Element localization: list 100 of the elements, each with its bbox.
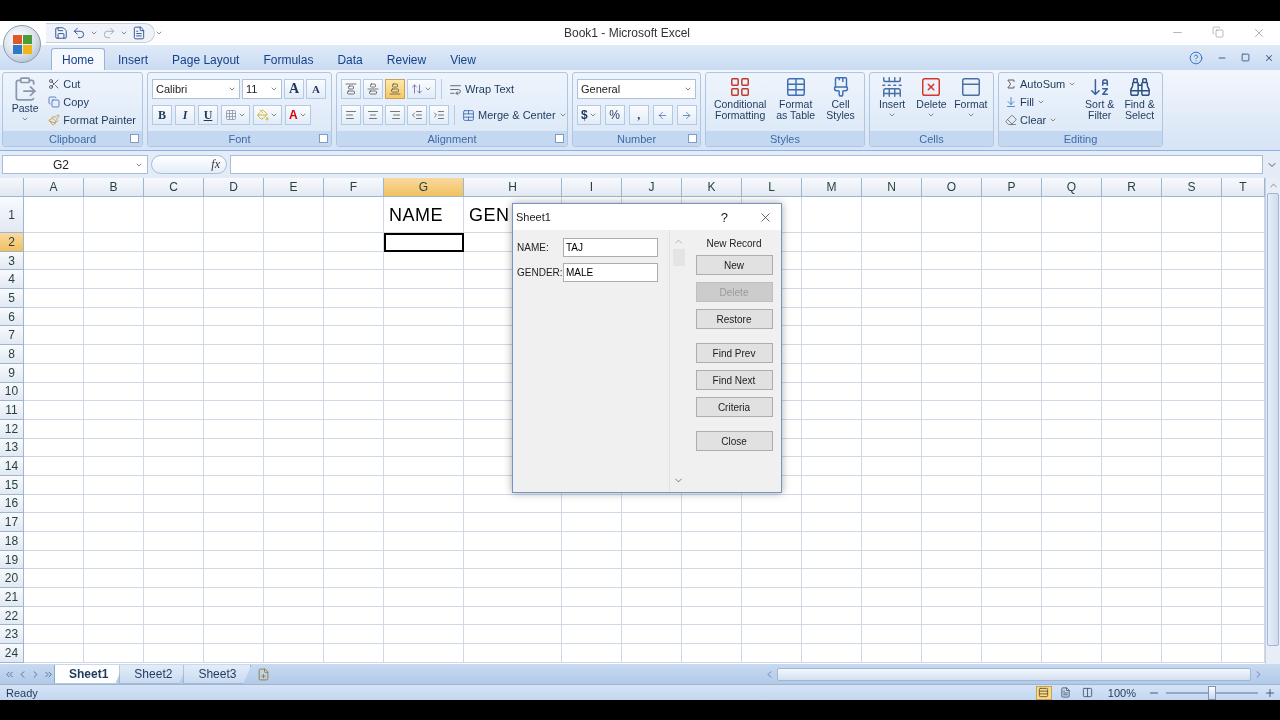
increase-indent-button[interactable]: [429, 105, 449, 125]
caret-icon[interactable]: [927, 111, 936, 119]
column-header[interactable]: F: [324, 178, 384, 197]
font-color-button[interactable]: A: [285, 105, 311, 125]
scrollbar-thumb[interactable]: [777, 667, 1251, 681]
row-header[interactable]: 18: [0, 532, 24, 551]
caret-icon[interactable]: [155, 29, 163, 37]
ribbon-tab[interactable]: Page Layout: [161, 48, 251, 70]
help-button[interactable]: ?: [720, 209, 728, 225]
close-icon[interactable]: [1264, 52, 1274, 63]
caret-icon[interactable]: [424, 85, 432, 93]
sort-filter-button[interactable]: Sort & Filter: [1081, 75, 1119, 129]
row-header[interactable]: 4: [0, 270, 24, 290]
ribbon-tab[interactable]: Review: [375, 48, 438, 70]
ribbon-tab[interactable]: Home: [51, 48, 105, 70]
align-left-button[interactable]: [341, 105, 361, 125]
row-header[interactable]: 11: [0, 401, 24, 420]
dialog-launcher-icon[interactable]: [130, 134, 139, 143]
caret-icon[interactable]: [270, 111, 278, 119]
row-header[interactable]: 17: [0, 513, 24, 532]
decrease-decimal-button[interactable]: [676, 105, 697, 125]
row-header[interactable]: 7: [0, 326, 24, 346]
cells-button[interactable]: Format: [952, 75, 989, 129]
column-header[interactable]: D: [204, 178, 264, 197]
column-header[interactable]: H: [464, 178, 562, 197]
grow-font-button[interactable]: A: [284, 79, 304, 99]
sheet-tab[interactable]: Sheet3: [183, 664, 252, 684]
column-header[interactable]: N: [862, 178, 922, 197]
percent-button[interactable]: %: [604, 105, 625, 125]
cut-button[interactable]: Cut: [46, 75, 138, 93]
column-header[interactable]: L: [742, 178, 802, 197]
column-header[interactable]: K: [682, 178, 742, 197]
caret-icon[interactable]: [888, 111, 897, 119]
caret-icon[interactable]: [120, 29, 128, 37]
format-painter-button[interactable]: Format Painter: [46, 111, 138, 129]
find-select-button[interactable]: Find & Select: [1121, 75, 1158, 129]
column-header[interactable]: M: [802, 178, 862, 197]
dialog-button[interactable]: Find Prev: [695, 343, 773, 363]
italic-button[interactable]: I: [175, 105, 195, 125]
underline-button[interactable]: U: [198, 105, 218, 125]
style-button[interactable]: Conditional Formatting: [710, 75, 771, 129]
vertical-align-button[interactable]: [341, 79, 361, 99]
restore-icon[interactable]: [1241, 53, 1250, 62]
shrink-font-button[interactable]: A: [306, 79, 326, 99]
style-button[interactable]: Format as Table: [773, 75, 819, 129]
scrollbar-thumb[interactable]: [1267, 193, 1279, 646]
fill-color-button[interactable]: [253, 105, 282, 125]
caret-icon[interactable]: [684, 85, 692, 93]
dialog-button[interactable]: Restore: [695, 309, 773, 329]
number-format-select[interactable]: General: [577, 79, 696, 99]
normal-view-button[interactable]: [1035, 685, 1052, 700]
bold-button[interactable]: B: [152, 105, 172, 125]
column-header[interactable]: J: [622, 178, 682, 197]
align-right-button[interactable]: [385, 105, 405, 125]
row-header[interactable]: 5: [0, 289, 24, 308]
increase-decimal-button[interactable]: [652, 105, 673, 125]
caret-icon[interactable]: [1037, 98, 1046, 106]
column-header[interactable]: R: [1102, 178, 1162, 197]
center-button[interactable]: [363, 105, 383, 125]
input-field[interactable]: TAJ: [563, 238, 658, 257]
insert-sheet-icon[interactable]: [257, 667, 271, 681]
undo-icon[interactable]: [72, 26, 86, 40]
dialog-launcher-icon[interactable]: [555, 134, 564, 143]
caret-icon[interactable]: [270, 85, 278, 93]
ribbon-tab[interactable]: Insert: [107, 48, 160, 70]
cells-button[interactable]: Insert: [874, 75, 911, 129]
decrease-indent-button[interactable]: [407, 105, 427, 125]
row-header[interactable]: 14: [0, 457, 24, 476]
orientation-button[interactable]: [407, 79, 436, 99]
autosum-button[interactable]: AutoSum: [1003, 75, 1079, 93]
dialog-launcher-icon[interactable]: [688, 134, 697, 143]
redo-icon[interactable]: [102, 26, 116, 40]
dialog-button[interactable]: Find Next: [695, 370, 773, 390]
select-all-corner[interactable]: [0, 178, 24, 197]
formula-input[interactable]: [230, 155, 1263, 174]
comma-button[interactable]: ,: [628, 105, 649, 125]
row-header[interactable]: 21: [0, 588, 24, 607]
column-header[interactable]: O: [922, 178, 982, 197]
ribbon-tab[interactable]: Formulas: [252, 48, 325, 70]
row-header[interactable]: 23: [0, 625, 24, 645]
column-header[interactable]: T: [1222, 178, 1265, 197]
fill-button[interactable]: Fill: [1003, 93, 1079, 111]
column-header[interactable]: E: [264, 178, 324, 197]
caret-icon[interactable]: [298, 111, 307, 119]
ribbon-tab[interactable]: View: [439, 48, 487, 70]
column-header[interactable]: P: [982, 178, 1042, 197]
dialog-launcher-icon[interactable]: [319, 134, 328, 143]
borders-button[interactable]: [221, 105, 250, 125]
vertical-align-button[interactable]: [385, 79, 405, 99]
slider-thumb[interactable]: [1208, 685, 1216, 700]
column-header[interactable]: Q: [1042, 178, 1102, 197]
spreadsheet-cell[interactable]: NAME: [384, 197, 464, 233]
save-icon[interactable]: [54, 26, 68, 40]
caret-icon[interactable]: [238, 111, 246, 119]
help-icon[interactable]: [1189, 50, 1203, 65]
active-cell[interactable]: [384, 233, 464, 252]
dialog-button[interactable]: New: [695, 255, 773, 275]
merge-center-button[interactable]: Merge & Center: [460, 105, 567, 125]
currency-button[interactable]: $: [577, 105, 601, 125]
caret-icon[interactable]: [21, 115, 30, 123]
